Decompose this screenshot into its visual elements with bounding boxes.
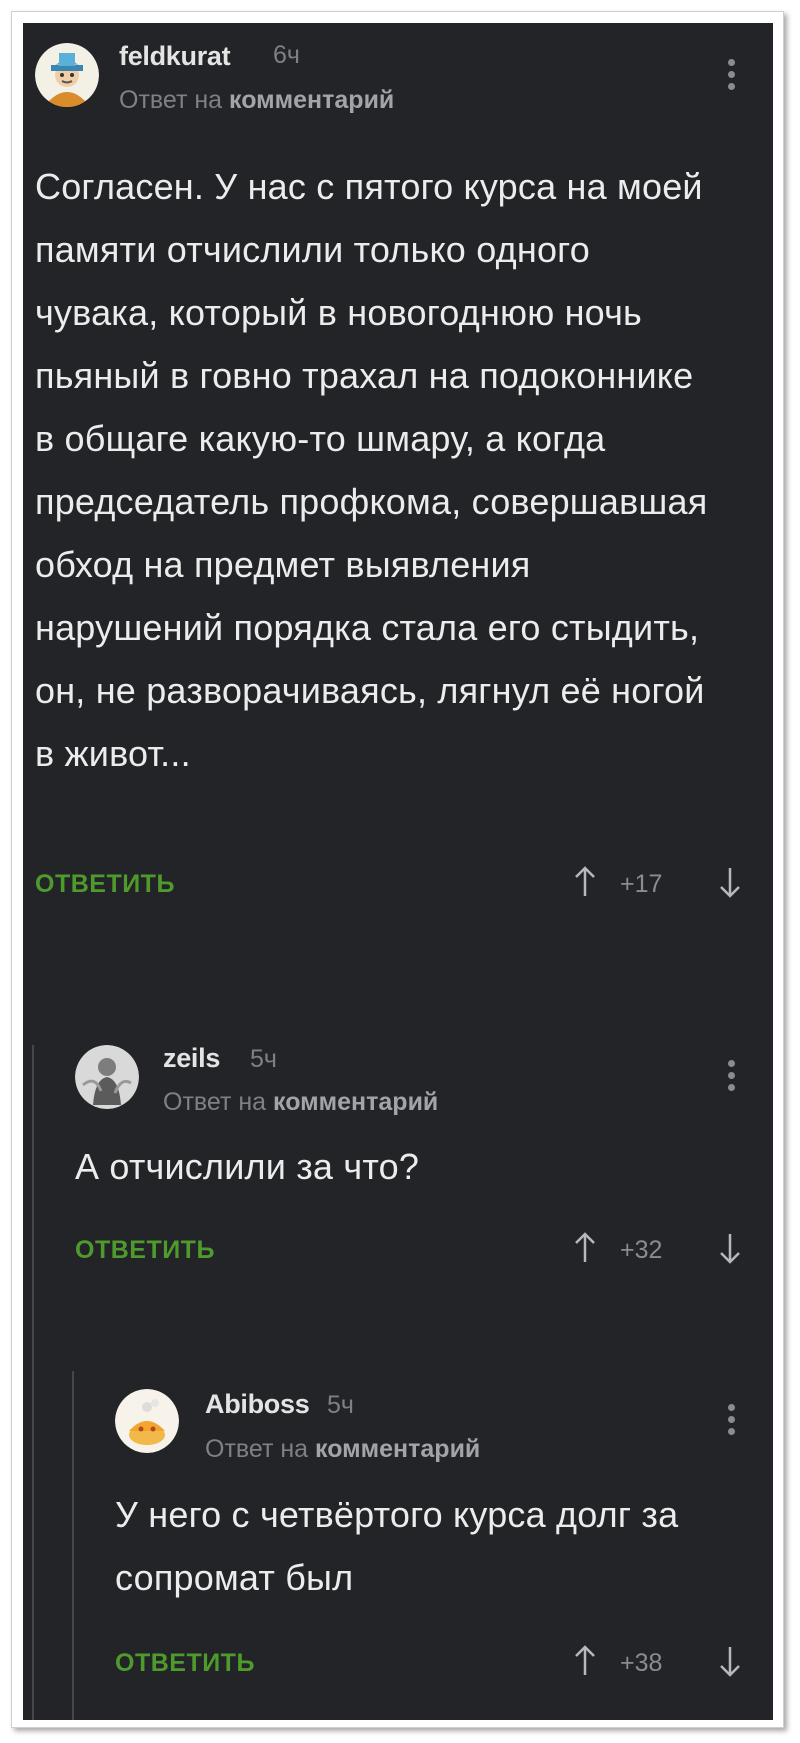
reply-context-prefix: Ответ на <box>163 1088 274 1116</box>
comment-text: А отчислили за что? <box>75 1146 420 1187</box>
arrow-down-icon[interactable] <box>718 866 742 898</box>
comment-text: Согласен. У нас с пятого курса на моей п… <box>35 166 708 774</box>
avatar-cartoon-icon <box>35 43 99 107</box>
comment-score: +38 <box>620 1649 663 1677</box>
parent-comment-link[interactable]: комментарий <box>229 86 394 114</box>
parent-comment-link[interactable]: комментарий <box>273 1088 438 1116</box>
reply-context-prefix: Ответ на <box>119 86 230 114</box>
comment-time: 6ч <box>273 41 300 69</box>
reply-button[interactable]: ОТВЕТИТЬ <box>35 870 175 899</box>
avatar[interactable] <box>75 1045 139 1109</box>
reply-context: Ответ на комментарий <box>163 1088 438 1117</box>
arrow-up-icon[interactable] <box>573 866 597 898</box>
arrow-up-icon[interactable] <box>573 1232 597 1264</box>
comment-feldkurat: feldkurat 6ч Ответ на комментарий Соглас… <box>23 23 773 943</box>
parent-comment-link[interactable]: комментарий <box>315 1435 480 1463</box>
avatar-emoji-icon <box>115 1389 179 1453</box>
reply-context: Ответ на комментарий <box>205 1435 480 1464</box>
comment-author[interactable]: feldkurat <box>119 41 231 72</box>
comment-score: +17 <box>620 870 663 898</box>
reply-context-prefix: Ответ на <box>205 1435 316 1463</box>
comments-screen: feldkurat 6ч Ответ на комментарий Соглас… <box>23 23 773 1720</box>
comment-time: 5ч <box>327 1391 354 1419</box>
reply-button[interactable]: ОТВЕТИТЬ <box>75 1236 215 1265</box>
comment-author[interactable]: zeils <box>163 1043 220 1074</box>
comment-abiboss: Abiboss 5ч Ответ на комментарий У него с… <box>23 1389 773 1720</box>
avatar[interactable] <box>115 1389 179 1453</box>
reply-button[interactable]: ОТВЕТИТЬ <box>115 1649 255 1678</box>
arrow-down-icon[interactable] <box>718 1232 742 1264</box>
comment-text: У него с четвёртого курса долг за сопром… <box>115 1494 679 1598</box>
arrow-up-icon[interactable] <box>573 1645 597 1677</box>
avatar[interactable] <box>35 43 99 107</box>
more-vertical-icon[interactable] <box>726 1404 736 1440</box>
arrow-down-icon[interactable] <box>718 1645 742 1677</box>
comment-author[interactable]: Abiboss <box>205 1389 310 1420</box>
comment-zeils: zeils 5ч Ответ на комментарий А отчислил… <box>23 1043 773 1375</box>
avatar-photo-icon <box>75 1045 139 1109</box>
more-vertical-icon[interactable] <box>726 1060 736 1096</box>
comment-time: 5ч <box>250 1045 277 1073</box>
reply-context: Ответ на комментарий <box>119 86 394 115</box>
more-vertical-icon[interactable] <box>726 59 736 95</box>
comment-score: +32 <box>620 1236 663 1264</box>
